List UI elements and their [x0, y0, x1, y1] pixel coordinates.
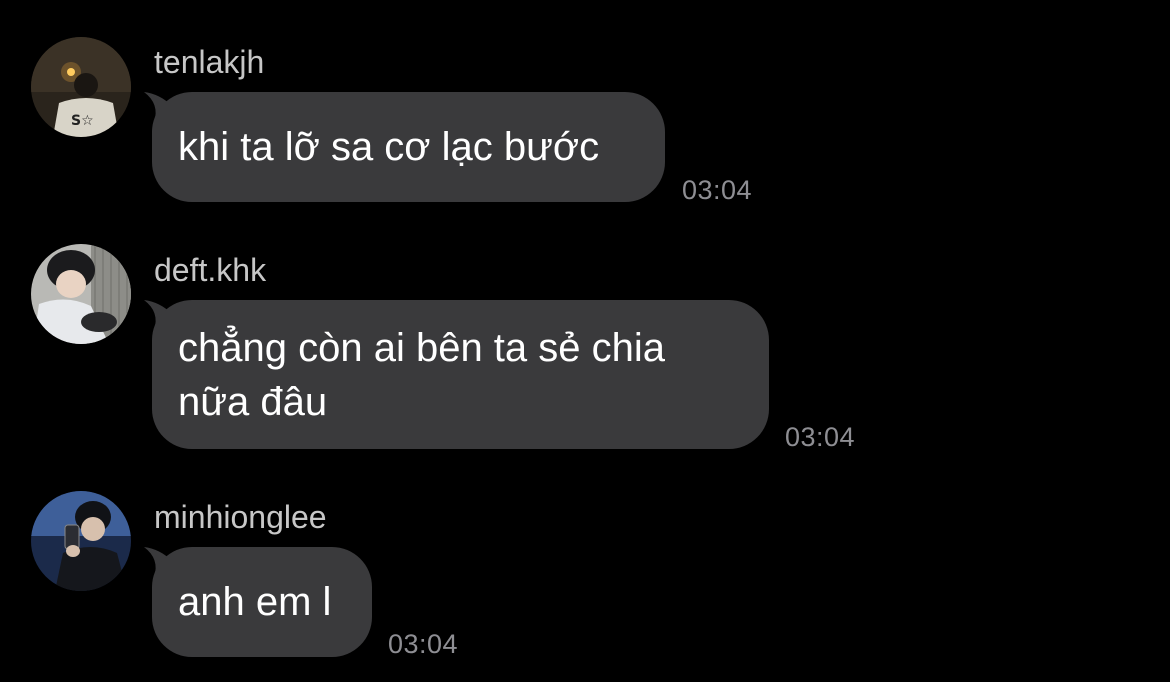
- username[interactable]: deft.khk: [154, 251, 266, 289]
- message-text-line: chẳng còn ai bên ta sẻ chia: [178, 325, 666, 370]
- message-text: khi ta lỡ sa cơ lạc bước: [178, 125, 600, 169]
- message-text-line: nữa đâu: [178, 379, 328, 424]
- message-timestamp: 03:04: [682, 175, 753, 205]
- message-bubble[interactable]: khi ta lỡ sa cơ lạc bước: [152, 92, 665, 202]
- username[interactable]: minhionglee: [154, 498, 327, 536]
- user-avatar-photo-icon: [31, 244, 131, 344]
- message-bubble[interactable]: chẳng còn ai bên ta sẻ chia nữa đâu: [152, 300, 769, 449]
- message-timestamp: 03:04: [388, 629, 459, 659]
- message-text: anh em l: [178, 580, 332, 624]
- avatar[interactable]: [31, 244, 131, 344]
- message-bubble-container: anh em l: [144, 547, 372, 657]
- svg-text:S☆: S☆: [71, 113, 94, 129]
- user-avatar-photo-icon: S☆: [31, 37, 131, 137]
- message-bubble-container: chẳng còn ai bên ta sẻ chia nữa đâu: [144, 300, 769, 449]
- avatar[interactable]: [31, 491, 131, 591]
- message-timestamp: 03:04: [785, 422, 856, 452]
- message-bubble[interactable]: anh em l: [152, 547, 372, 657]
- avatar[interactable]: S☆: [31, 37, 131, 137]
- user-avatar-photo-icon: [31, 491, 131, 591]
- username[interactable]: tenlakjh: [154, 43, 264, 81]
- message-bubble-container: khi ta lỡ sa cơ lạc bước: [144, 92, 665, 202]
